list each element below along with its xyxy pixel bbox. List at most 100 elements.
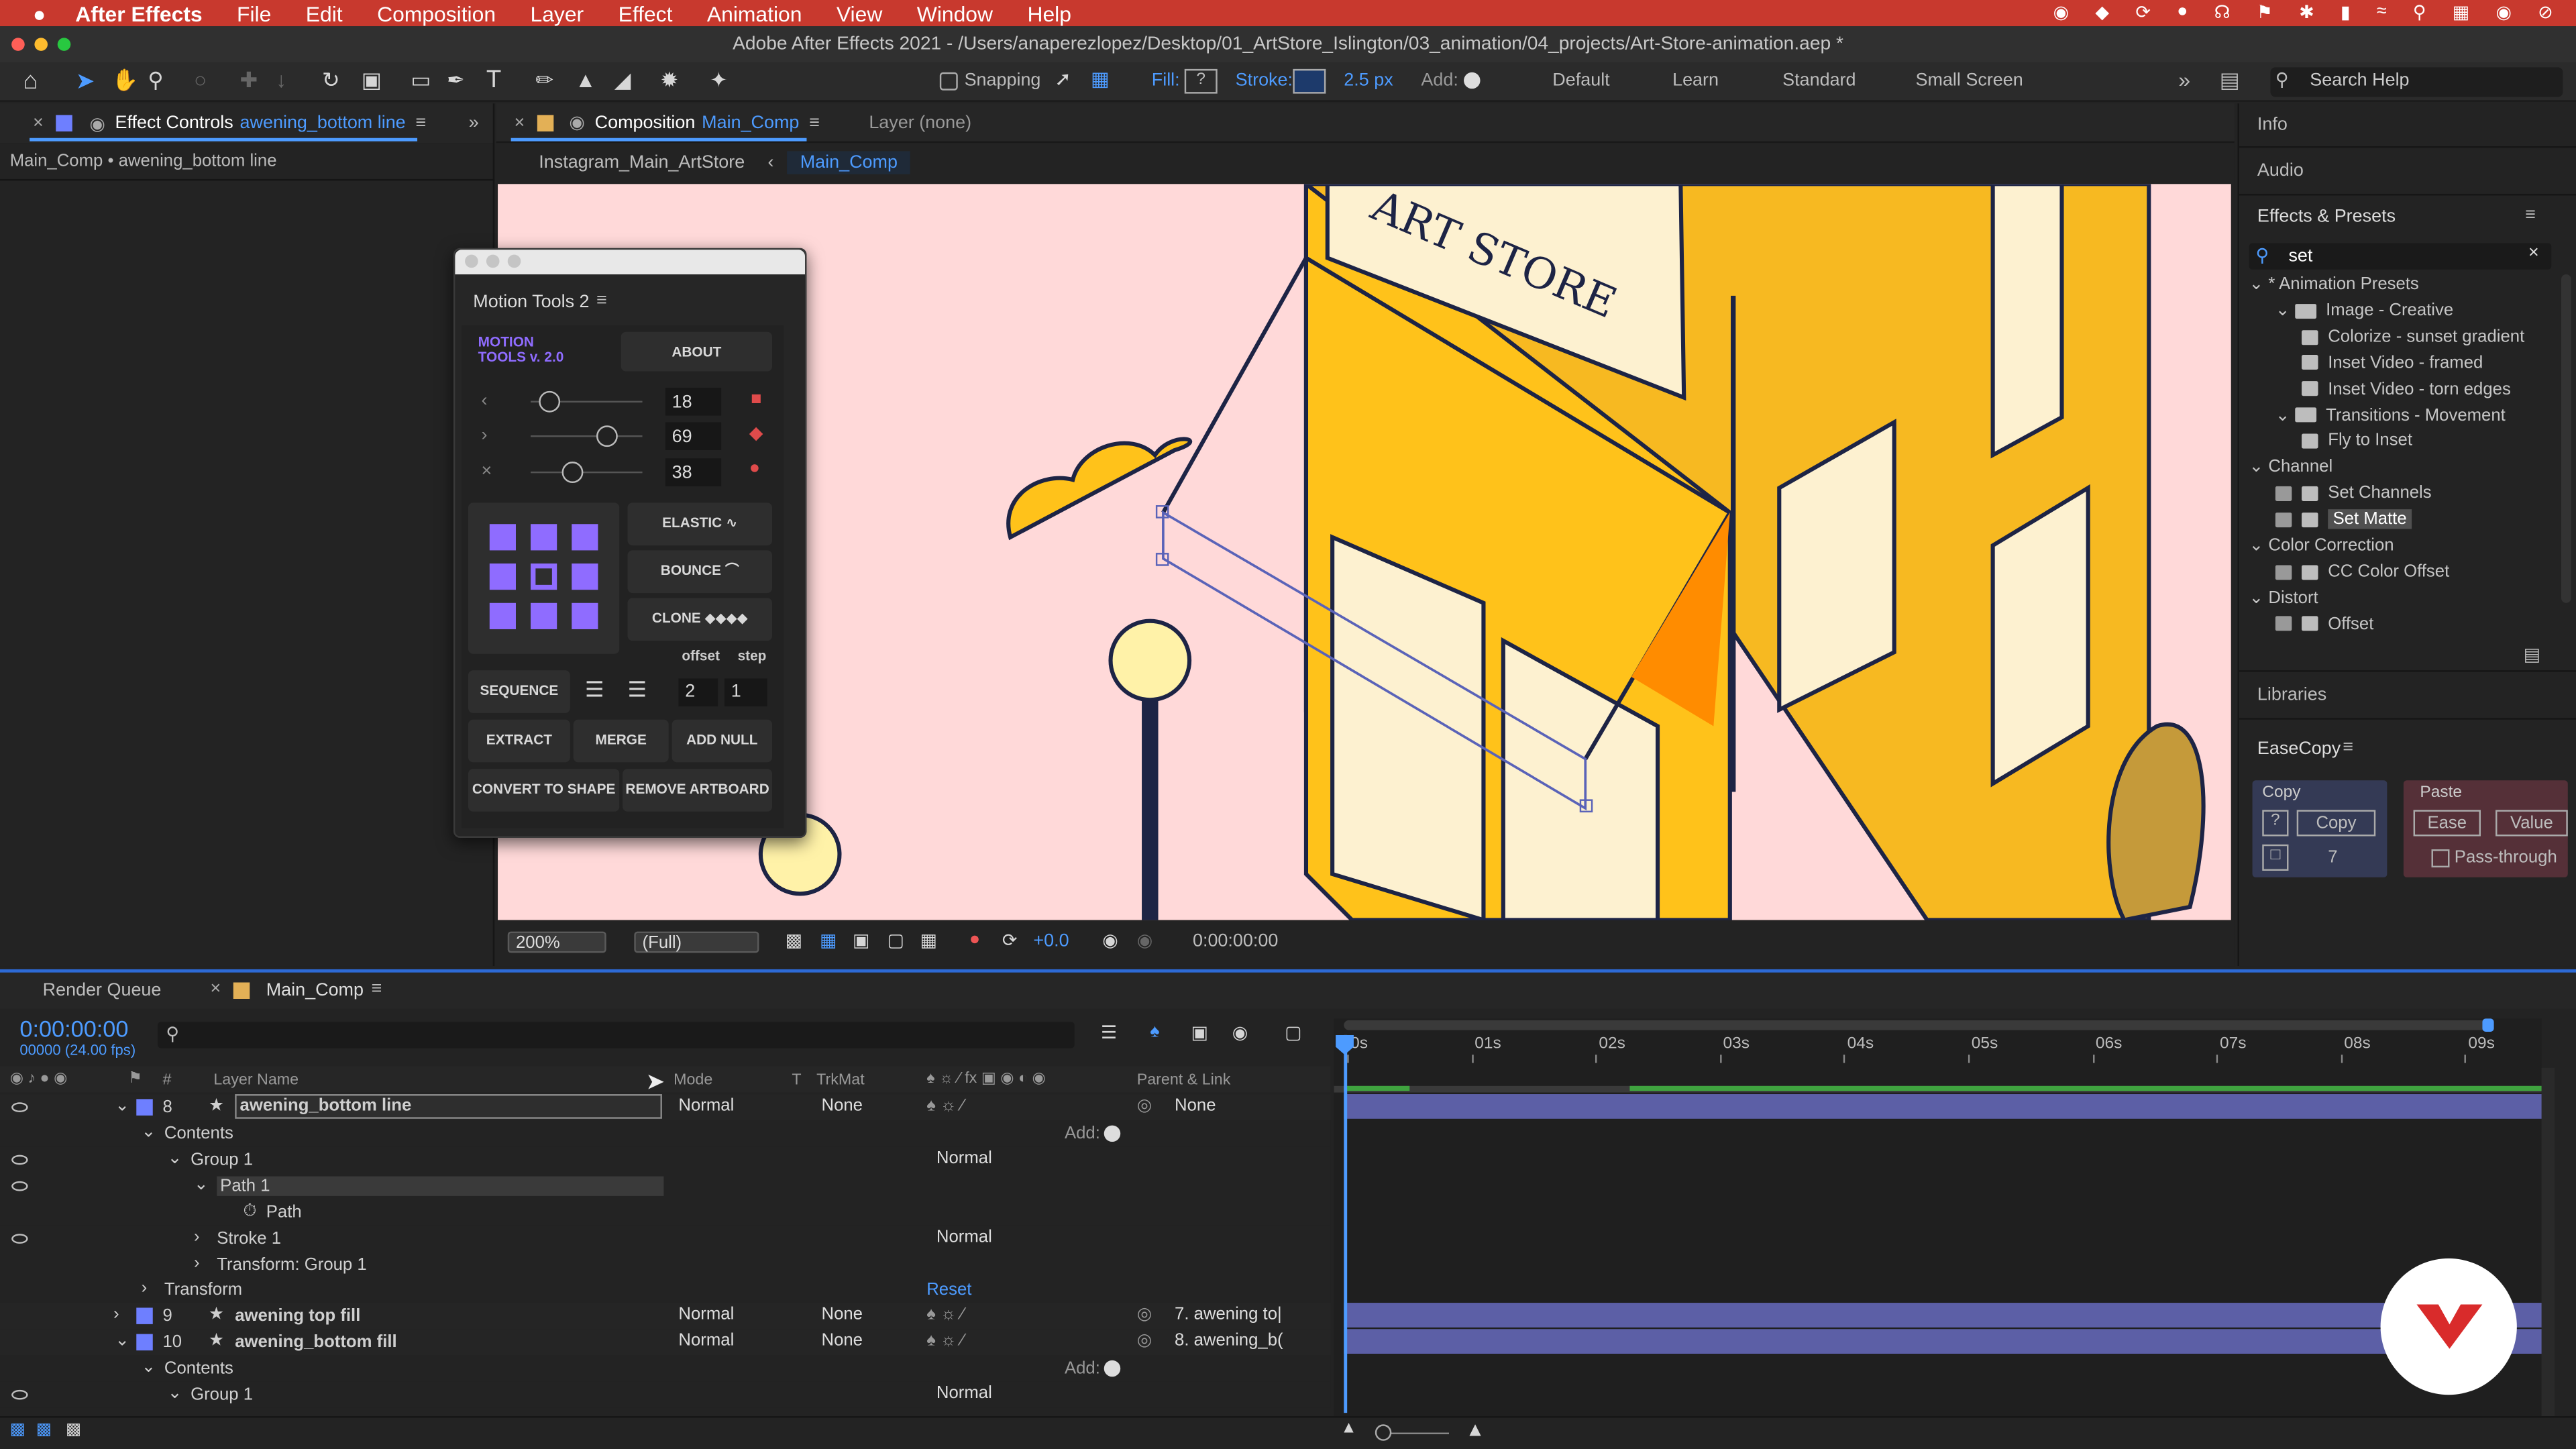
layer-row[interactable]: ⌄ 10 ★ awening_bottom fill Normal None 8. awen…: [0, 1329, 1331, 1356]
anchor-top-left[interactable]: [489, 524, 516, 551]
layer-switches-icons[interactable]: ♠ ☼ ∕: [926, 1305, 964, 1324]
property-mode-dropdown[interactable]: Normal: [930, 1227, 1117, 1248]
expand-panels-icon[interactable]: »: [469, 113, 479, 133]
mt-close-icon[interactable]: [465, 254, 478, 268]
anchor-top-right[interactable]: [572, 524, 598, 551]
workspace-small-screen[interactable]: Small Screen: [1916, 70, 2023, 90]
help-search-input[interactable]: ⚲ Search Help: [2270, 67, 2563, 97]
sequence-button[interactable]: SEQUENCE: [468, 670, 570, 713]
layer-switches-icons[interactable]: ♠ ☼ ∕: [926, 1331, 964, 1350]
property-mode-dropdown[interactable]: Normal: [930, 1383, 1117, 1405]
reset-transform-link[interactable]: Reset: [926, 1280, 971, 1299]
home-icon[interactable]: ⌂: [23, 67, 38, 95]
rotate-tool-icon[interactable]: ↻: [322, 67, 340, 93]
stroke-width[interactable]: 2.5 px: [1344, 70, 1393, 90]
property-label[interactable]: Group 1: [191, 1150, 253, 1169]
effects-tree-item[interactable]: Colorize - sunset gradient: [2302, 327, 2524, 346]
flag-icon[interactable]: ⚑: [2257, 1, 2273, 23]
anchor-tool-icon[interactable]: ▣: [362, 67, 382, 93]
stroke-swatch[interactable]: [1293, 68, 1326, 94]
new-preset-icon[interactable]: ▤: [2524, 644, 2540, 665]
col-parent-link[interactable]: Parent & Link: [1137, 1071, 1231, 1089]
dropbox-icon[interactable]: ◆: [2095, 1, 2109, 23]
type-tool-icon[interactable]: T: [486, 66, 501, 94]
libraries-panel-tab[interactable]: Libraries: [2257, 685, 2326, 704]
track-matte-dropdown[interactable]: None: [815, 1305, 907, 1326]
property-row[interactable]: ⏱ Path: [0, 1199, 1331, 1226]
ease-out-value[interactable]: 69: [665, 422, 722, 451]
ease-both-keyframe-icon[interactable]: ●: [749, 458, 760, 478]
copy-button[interactable]: Copy: [2296, 810, 2376, 837]
apple-icon[interactable]: ●: [33, 1, 46, 25]
layer-name[interactable]: awening top fill: [235, 1306, 360, 1326]
layer-row[interactable]: › 9 ★ awening top fill Normal None 7. awening …: [0, 1303, 1331, 1330]
mask-visibility-icon[interactable]: ▣: [853, 930, 869, 951]
layer-bar-9[interactable]: [1344, 1303, 2544, 1328]
zoom-in-icon[interactable]: ▲: [1466, 1417, 1485, 1440]
ease-out-slider-handle[interactable]: [596, 425, 618, 447]
crumb-parent[interactable]: Instagram_Main_ArtStore: [539, 153, 745, 172]
expand-property-icon[interactable]: ⌄: [168, 1148, 182, 1168]
anchor-bottom-right[interactable]: [572, 602, 598, 629]
about-button[interactable]: ABOUT: [621, 331, 773, 372]
sequence-step-input[interactable]: 1: [724, 678, 767, 707]
merge-button[interactable]: MERGE: [573, 719, 669, 763]
timeline-current-time[interactable]: 0:00:00:00: [19, 1015, 128, 1041]
workspace-learn[interactable]: Learn: [1672, 70, 1719, 90]
close-main-comp-tab-icon[interactable]: ×: [210, 979, 221, 999]
snap-options-icon[interactable]: ➚: [1055, 67, 1071, 90]
snap-edges-icon[interactable]: ▦: [1091, 67, 1110, 90]
render-queue-tab[interactable]: Render Queue: [43, 981, 162, 1000]
visibility-eye-icon[interactable]: [11, 1234, 28, 1244]
sequence-forward-icon[interactable]: ☰: [585, 677, 604, 703]
visibility-eye-icon[interactable]: [11, 1389, 28, 1400]
menu-window[interactable]: Window: [917, 1, 993, 25]
anchor-center[interactable]: [531, 564, 557, 590]
region-of-interest-icon[interactable]: ▢: [887, 930, 904, 951]
property-row[interactable]: ⌄ Contents Add:: [0, 1355, 1331, 1382]
comp-lock-icon[interactable]: ◉: [569, 112, 585, 133]
main-comp-tab[interactable]: Main_Comp: [266, 981, 364, 1000]
timeline-zoom-handle[interactable]: [1375, 1424, 1392, 1441]
property-row[interactable]: ⌄ Group 1 Normal: [0, 1381, 1331, 1408]
layer-bar-8[interactable]: [1344, 1094, 2544, 1119]
property-label[interactable]: Stroke 1: [217, 1229, 281, 1248]
minimize-window-icon[interactable]: [34, 38, 48, 51]
menu-layer[interactable]: Layer: [530, 1, 584, 25]
stopwatch-icon[interactable]: ⏱: [243, 1201, 256, 1222]
close-window-icon[interactable]: [11, 38, 25, 51]
bluetooth-icon[interactable]: ✱: [2299, 1, 2314, 23]
rectangle-tool-icon[interactable]: ▭: [411, 67, 431, 93]
blend-mode-dropdown[interactable]: Normal: [672, 1095, 771, 1117]
anchor-bottom-center[interactable]: [531, 602, 557, 629]
visibility-eye-icon[interactable]: [11, 1181, 28, 1191]
effects-tree-item[interactable]: ⌄ Distort: [2249, 588, 2318, 607]
layer-name[interactable]: awening_bottom line: [235, 1094, 662, 1119]
zoom-tool-icon[interactable]: ⚲: [148, 67, 163, 93]
blend-mode-dropdown[interactable]: Normal: [672, 1305, 771, 1326]
property-label[interactable]: Contents: [164, 1124, 233, 1143]
ease-in-keyframe-icon[interactable]: ■: [751, 389, 761, 409]
clear-search-icon[interactable]: ×: [2528, 243, 2539, 262]
remove-artboard-button[interactable]: REMOVE ARTBOARD: [623, 769, 773, 812]
parent-link-dropdown[interactable]: 7. awening to|: [1168, 1305, 1296, 1326]
menu-app[interactable]: After Effects: [75, 1, 202, 25]
col-mode[interactable]: Mode: [674, 1071, 712, 1089]
fast-preview-icon[interactable]: ▩: [786, 930, 802, 951]
motion-tools-menu-icon[interactable]: ≡: [596, 290, 607, 310]
blend-mode-dropdown[interactable]: Normal: [672, 1331, 771, 1352]
property-label[interactable]: Transform: [164, 1280, 242, 1299]
search-icon[interactable]: ⚲: [2413, 1, 2426, 23]
property-row[interactable]: ⌄ Path 1: [0, 1173, 1331, 1199]
easecopy-tab[interactable]: EaseCopy: [2257, 739, 2341, 759]
in-out-toggle-icon[interactable]: ▩: [66, 1421, 81, 1439]
expand-layer-icon[interactable]: ›: [113, 1305, 119, 1324]
effects-scrollbar[interactable]: [2561, 274, 2571, 603]
effects-tree-item[interactable]: Set Matte: [2275, 509, 2412, 529]
visibility-eye-icon[interactable]: [11, 1102, 28, 1112]
mt-zoom-icon[interactable]: [507, 254, 521, 268]
workspace-layout-icon[interactable]: ▤: [2220, 67, 2240, 93]
layer-name[interactable]: awening_bottom fill: [235, 1332, 396, 1352]
zoom-dropdown[interactable]: 200%: [507, 931, 606, 953]
property-row[interactable]: › Stroke 1 Normal: [0, 1225, 1331, 1252]
